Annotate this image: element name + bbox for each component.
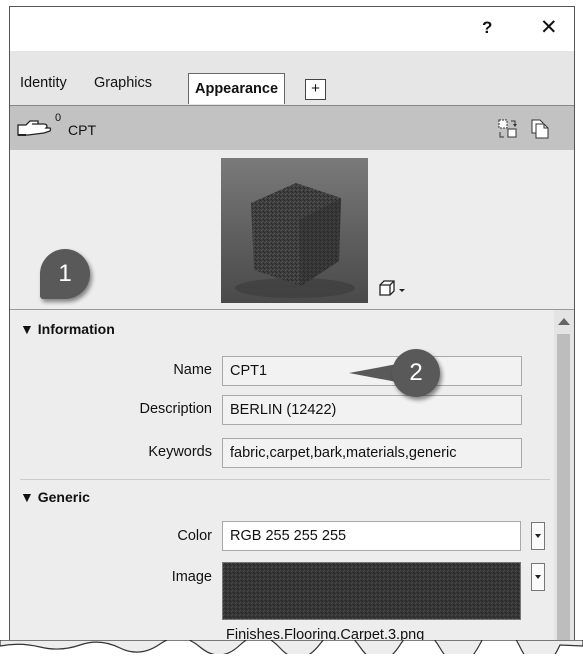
scroll-up-icon[interactable] <box>558 318 570 325</box>
image-texture-swatch[interactable] <box>222 562 521 620</box>
section-separator <box>20 479 550 480</box>
cube-preview-icon[interactable] <box>378 279 408 302</box>
material-preview-image[interactable] <box>221 158 368 303</box>
usage-count: 0 <box>55 112 62 124</box>
description-field[interactable]: BERLIN (12422) <box>222 395 522 425</box>
help-button[interactable]: ? <box>482 18 492 38</box>
callout-1: 1 <box>40 249 90 299</box>
scrollbar[interactable] <box>554 310 574 651</box>
callout-2-pointer <box>349 364 397 382</box>
torn-edge <box>0 625 583 659</box>
tab-strip: Identity Graphics Appearance + <box>10 51 574 105</box>
keywords-field[interactable]: fabric,carpet,bark,materials,generic <box>222 438 522 468</box>
tab-appearance[interactable]: Appearance <box>188 73 286 104</box>
image-dropdown-button[interactable] <box>531 563 545 591</box>
name-label: Name <box>173 362 212 378</box>
asset-bar: 0 CPT <box>10 105 574 150</box>
color-label: Color <box>177 528 212 544</box>
callout-2: 2 <box>392 349 440 397</box>
scroll-thumb[interactable] <box>557 334 570 648</box>
keywords-label: Keywords <box>148 444 212 460</box>
appearance-dialog: ? ✕ Identity Graphics Appearance + 0 CPT <box>9 6 575 652</box>
title-bar: ? ✕ <box>10 7 574 51</box>
hand-icon <box>16 115 52 142</box>
section-generic[interactable]: ▼ Generic <box>20 489 90 505</box>
description-label: Description <box>139 401 212 417</box>
section-information[interactable]: ▼ Information <box>20 321 115 337</box>
color-dropdown-button[interactable] <box>531 522 545 550</box>
tab-identity[interactable]: Identity <box>20 75 67 91</box>
duplicate-asset-icon[interactable] <box>530 118 550 145</box>
add-tab-button[interactable]: + <box>305 79 326 100</box>
color-field[interactable]: RGB 255 255 255 <box>222 521 521 551</box>
close-button[interactable]: ✕ <box>540 15 558 40</box>
image-label: Image <box>171 569 212 585</box>
tab-graphics[interactable]: Graphics <box>94 75 152 91</box>
asset-name: CPT <box>68 122 96 138</box>
replace-asset-icon[interactable] <box>498 119 518 144</box>
